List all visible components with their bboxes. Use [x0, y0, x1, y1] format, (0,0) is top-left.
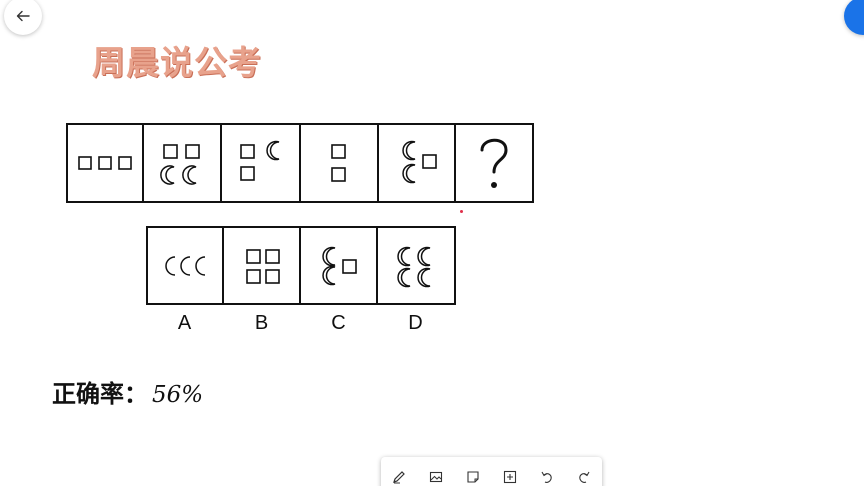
crescents-square-option-figure	[321, 246, 357, 285]
option-row	[146, 226, 456, 305]
undo-tool-button[interactable]	[537, 467, 557, 486]
option-panel-b[interactable]	[224, 228, 301, 303]
image-icon	[430, 471, 443, 483]
option-label-d: D	[408, 312, 423, 334]
option-label-a: A	[177, 312, 192, 334]
image-tool-button[interactable]	[426, 467, 446, 486]
redo-tool-button[interactable]	[574, 467, 594, 486]
stimulus-panel-5	[379, 125, 456, 201]
stimulus-panel-2	[144, 125, 222, 201]
three-crescents-figure	[165, 255, 206, 276]
pen-icon	[393, 471, 406, 484]
three-squares-figure	[78, 156, 132, 170]
option-panel-a[interactable]	[148, 228, 224, 303]
four-crescents-figure	[397, 246, 431, 287]
corner-action-button[interactable]	[844, 0, 864, 35]
four-squares-figure	[245, 248, 280, 284]
sticky-note-tool-button[interactable]	[463, 467, 483, 486]
back-button[interactable]	[4, 0, 42, 35]
sticky-note-icon	[467, 471, 479, 483]
add-box-icon	[503, 470, 516, 484]
two-squares-figure	[331, 144, 346, 182]
stimulus-panel-3	[222, 125, 301, 201]
redo-icon	[578, 471, 590, 483]
stimulus-panel-1	[68, 125, 144, 201]
whiteboard-page: 周晨说公考 A B C D 正确率： 56%	[0, 0, 864, 486]
crescents-square-figure	[401, 140, 437, 184]
brand-title: 周晨说公考	[92, 43, 262, 82]
pen-tool-button[interactable]	[389, 467, 409, 486]
stimulus-panel-question	[456, 125, 532, 201]
accuracy-line: 正确率： 56%	[52, 374, 203, 409]
accuracy-label: 正确率：	[52, 380, 148, 408]
accuracy-value: 56%	[152, 382, 204, 408]
annotation-dot	[460, 210, 463, 213]
option-label-b: B	[254, 312, 269, 334]
stimulus-panel-4	[301, 125, 379, 201]
arrow-left-icon	[16, 10, 30, 22]
option-panel-c[interactable]	[301, 228, 378, 303]
option-label-c: C	[331, 312, 346, 334]
add-box-tool-button[interactable]	[500, 467, 520, 486]
option-panel-d[interactable]	[378, 228, 454, 303]
squares-and-crescents-figure	[160, 144, 200, 185]
question-mark-figure	[480, 138, 508, 188]
squares-crescent-figure	[239, 140, 279, 181]
undo-icon	[541, 471, 552, 483]
stimulus-row	[66, 123, 534, 203]
option-labels: A B C D	[146, 312, 454, 335]
bottom-toolbar	[381, 457, 602, 486]
